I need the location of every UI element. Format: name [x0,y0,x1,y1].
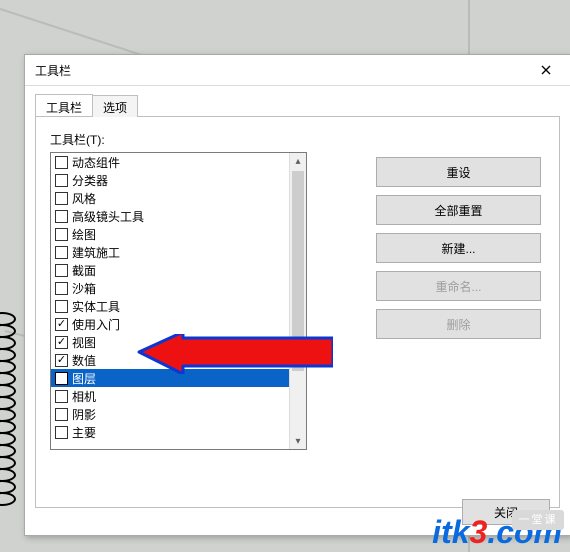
list-item-label: 高级镜头工具 [72,208,144,225]
list-item[interactable]: 图层 [51,369,290,387]
checkbox[interactable] [55,228,68,241]
watermark-text: . [487,514,496,550]
checkbox[interactable] [55,408,68,421]
list-item-label: 实体工具 [72,298,120,315]
list-item[interactable]: 动态组件 [51,153,290,171]
checkbox[interactable] [55,354,68,367]
list-item-label: 相机 [72,388,96,405]
dialog-content: 工具栏 选项 工具栏(T): 动态组件分类器风格高级镜头工具绘图建筑施工截面沙箱… [25,86,570,535]
delete-button: 删除 [376,309,541,339]
tab-panel-toolbars: 工具栏(T): 动态组件分类器风格高级镜头工具绘图建筑施工截面沙箱实体工具使用入… [35,117,560,508]
list-item-label: 阴影 [72,406,96,423]
list-item-label: 建筑施工 [72,244,120,261]
tab-options[interactable]: 选项 [92,95,138,117]
list-item-label: 主要 [72,424,96,441]
list-item-label: 分类器 [72,172,108,189]
list-item-label: 使用入门 [72,316,120,333]
list-item[interactable]: 主要 [51,423,290,441]
scroll-up-icon[interactable]: ▴ [290,153,306,169]
scroll-thumb[interactable] [292,171,304,371]
list-item[interactable]: 绘图 [51,225,290,243]
list-item[interactable]: 数值 [51,351,290,369]
checkbox[interactable] [55,282,68,295]
rename-button: 重命名... [376,271,541,301]
list-item[interactable]: 视图 [51,333,290,351]
checkbox[interactable] [55,300,68,313]
list-item-label: 图层 [72,370,96,387]
list-item-label: 截面 [72,262,96,279]
close-icon [541,65,551,75]
list-item[interactable]: 阴影 [51,405,290,423]
list-item-label: 视图 [72,334,96,351]
list-item-label: 动态组件 [72,154,120,171]
tab-toolbars[interactable]: 工具栏 [35,94,93,116]
scrollbar[interactable]: ▴ ▾ [289,153,306,449]
checkbox[interactable] [55,246,68,259]
watermark-text: itk [432,514,469,550]
watermark: 一堂课 itk3.com [432,516,562,548]
scroll-down-icon[interactable]: ▾ [290,433,306,449]
toolbars-dialog: 工具栏 工具栏 选项 工具栏(T): 动态组件分类器风格高级镜头工具绘图建筑施工… [24,54,570,536]
list-item[interactable]: 使用入门 [51,315,290,333]
checkbox[interactable] [55,264,68,277]
toolbars-list[interactable]: 动态组件分类器风格高级镜头工具绘图建筑施工截面沙箱实体工具使用入门视图数值图层相… [50,152,307,450]
checkbox[interactable] [55,174,68,187]
list-label: 工具栏(T): [50,131,545,148]
list-item-label: 风格 [72,190,96,207]
checkbox[interactable] [55,192,68,205]
tab-label: 工具栏 [46,101,82,115]
bg-spiral [0,314,16,506]
list-item-label: 数值 [72,352,96,369]
list-item-label: 绘图 [72,226,96,243]
checkbox[interactable] [55,426,68,439]
tab-label: 选项 [103,101,127,115]
list-item[interactable]: 截面 [51,261,290,279]
list-item[interactable]: 实体工具 [51,297,290,315]
checkbox[interactable] [55,336,68,349]
checkbox[interactable] [55,318,68,331]
tab-strip: 工具栏 选项 [35,94,560,117]
checkbox[interactable] [55,390,68,403]
side-buttons: 重设 全部重置 新建... 重命名... 删除 [376,157,541,347]
new-button[interactable]: 新建... [376,233,541,263]
reset-all-button[interactable]: 全部重置 [376,195,541,225]
dialog-titlebar: 工具栏 [25,55,570,86]
checkbox[interactable] [55,156,68,169]
list-item[interactable]: 风格 [51,189,290,207]
list-item[interactable]: 沙箱 [51,279,290,297]
list-item[interactable]: 建筑施工 [51,243,290,261]
list-item[interactable]: 相机 [51,387,290,405]
reset-button[interactable]: 重设 [376,157,541,187]
list-item-label: 沙箱 [72,280,96,297]
checkbox[interactable] [55,210,68,223]
dialog-title: 工具栏 [33,62,530,79]
watermark-badge: 一堂课 [512,510,564,530]
watermark-text: 3 [470,514,488,550]
close-button[interactable] [530,58,562,82]
list-item[interactable]: 分类器 [51,171,290,189]
list-item[interactable]: 高级镜头工具 [51,207,290,225]
checkbox[interactable] [55,372,68,385]
